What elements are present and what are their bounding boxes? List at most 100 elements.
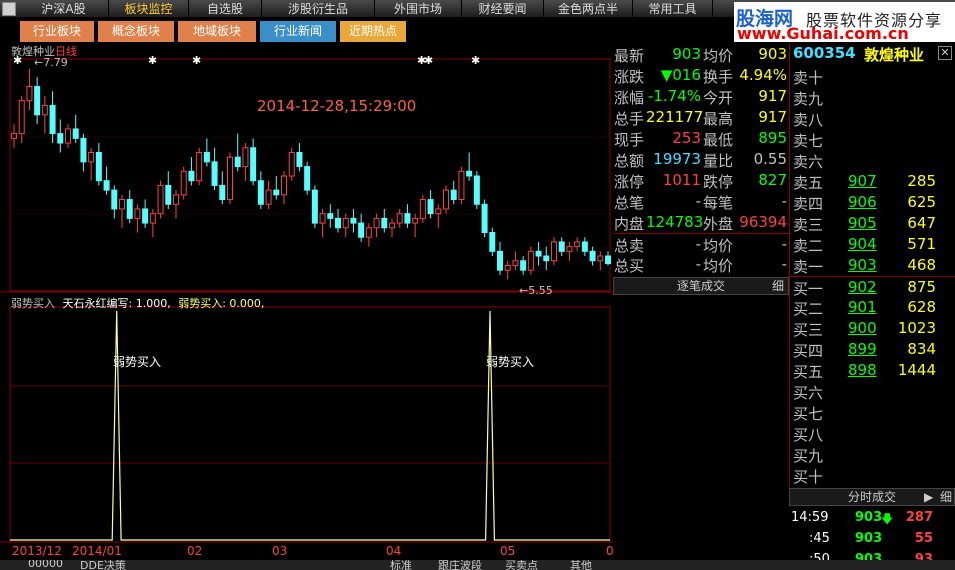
bid-row[interactable]: 买一 902 875 (790, 276, 955, 298)
ask-row[interactable]: 卖三 905 647 (790, 213, 955, 234)
ask-row[interactable]: 卖六 (790, 150, 955, 171)
book-price[interactable]: 907 (848, 172, 877, 190)
book-volume: 468 (907, 256, 936, 274)
quote-row: 总笔 - 每笔 - (613, 191, 789, 212)
quote-value: 903 (758, 45, 787, 63)
quote-label: 涨幅 (614, 89, 645, 107)
quote-label: 涨停 (614, 173, 645, 191)
close-icon[interactable]: ✕ (938, 46, 952, 60)
bid-row[interactable]: 买八 (790, 423, 955, 444)
book-volume: 571 (907, 235, 936, 253)
top-menu-item[interactable]: 财经要闻 (462, 0, 544, 18)
high-price-label: 7.79 (43, 56, 68, 69)
bottom-tab[interactable]: 其他 (570, 560, 592, 570)
tick-header[interactable]: 逐笔成交 细 (613, 277, 789, 295)
trades-header[interactable]: 分时成交 ▶ 细 (789, 488, 955, 506)
book-price[interactable]: 902 (848, 278, 877, 296)
bid-row[interactable]: 买二 901 628 (790, 297, 955, 318)
candle-body (250, 147, 257, 182)
ask-row[interactable]: 卖二 904 571 (790, 234, 955, 255)
candle-body (389, 222, 395, 229)
star-marker: ✱ (192, 54, 201, 67)
book-price[interactable]: 905 (848, 214, 877, 232)
book-price[interactable]: 900 (848, 319, 877, 337)
book-volume: 1023 (897, 319, 936, 337)
bottom-tab[interactable]: DDE决策 (80, 560, 126, 570)
x-axis-label: 02 (187, 544, 203, 558)
bid-row[interactable]: 买四 899 834 (790, 339, 955, 360)
trade-time: :45 (809, 531, 830, 546)
quote-row: 内盘 124783 外盘 96394 (613, 212, 789, 233)
candle-body (188, 170, 195, 182)
ask-row[interactable]: 卖九 (790, 87, 955, 108)
book-price[interactable]: 898 (848, 361, 877, 379)
tick-detail-button[interactable]: 细 (772, 278, 784, 294)
quote-label: 跌停 (703, 173, 734, 191)
quote-label: 量比 (703, 152, 734, 170)
bottom-tab[interactable]: 跟庄波段 (438, 560, 482, 570)
bottom-tab[interactable]: 买卖点 (505, 560, 538, 570)
ask-row[interactable]: 卖十 (790, 66, 955, 87)
quote-value: - (781, 235, 787, 253)
top-menu-item[interactable]: 沪深A股 (19, 0, 109, 18)
chart-area[interactable]: ✱ ✱ ✱ ✱ ✱ ✱ 敦煌种业日线 ←7.79 2014-12-28,15:29:00 … (0, 43, 614, 564)
ask-row[interactable]: 卖五 907 285 (790, 171, 955, 192)
quote-label: 今开 (703, 89, 734, 107)
candle-body (180, 170, 187, 196)
book-price[interactable]: 899 (848, 340, 877, 358)
book-level-label: 买四 (793, 342, 824, 360)
star-marker: ✱ (148, 54, 157, 67)
quote-value: 253 (672, 129, 701, 147)
candle-body (520, 260, 527, 271)
bottom-tab[interactable]: 标准 (390, 560, 412, 570)
bid-row[interactable]: 买九 (790, 444, 955, 465)
bottom-tab[interactable]: 00000 (28, 560, 63, 570)
book-level-label: 买二 (793, 300, 824, 318)
candle-body (281, 175, 287, 196)
book-price[interactable]: 901 (848, 298, 877, 316)
candle-body (427, 199, 434, 215)
candle-body (65, 128, 71, 144)
book-price[interactable]: 906 (848, 193, 877, 211)
ask-row[interactable]: 卖八 (790, 108, 955, 129)
book-price[interactable]: 904 (848, 235, 877, 253)
ask-row[interactable]: 卖七 (790, 129, 955, 150)
ask-row[interactable]: 卖一 903 468 (790, 255, 955, 276)
top-menu-item[interactable]: 常用工具 (633, 0, 713, 18)
bid-row[interactable]: 买七 (790, 402, 955, 423)
arrow-down-icon: 🡇 (881, 512, 894, 526)
menu-icon[interactable] (2, 2, 16, 16)
bid-row[interactable]: 买十 (790, 465, 955, 486)
candle-body (597, 255, 604, 262)
candle-body (72, 128, 79, 139)
ask-row[interactable]: 卖四 906 625 (790, 192, 955, 213)
trade-price: 903 (855, 531, 883, 546)
bid-row[interactable]: 买六 (790, 381, 955, 402)
bid-row[interactable]: 买三 900 1023 (790, 318, 955, 339)
candle-body (41, 104, 48, 116)
bid-row[interactable]: 买五 898 1444 (790, 360, 955, 381)
top-menu-item[interactable]: 板块监控 (109, 0, 189, 18)
book-volume: 647 (907, 214, 936, 232)
top-menu-item[interactable]: 自选股 (189, 0, 262, 18)
candle-body (497, 250, 503, 271)
book-price[interactable]: 903 (848, 256, 877, 274)
top-menu-item[interactable]: 金色两点半 (544, 0, 633, 18)
tab-sector[interactable]: 地域板块 (178, 21, 256, 42)
trades-detail-button[interactable]: 细 (940, 489, 952, 505)
candle-body (203, 151, 210, 163)
tab-sector[interactable]: 行业板块 (20, 21, 94, 42)
top-menu-item[interactable]: 涉股衍生品 (262, 0, 375, 18)
candle-body (551, 241, 557, 262)
tab-sector[interactable]: 行业新闻 (260, 21, 336, 42)
star-marker: ✱ (471, 54, 480, 67)
play-icon[interactable]: ▶ (924, 489, 933, 505)
candle-body (335, 217, 341, 229)
book-volume: 625 (907, 193, 936, 211)
tab-sector[interactable]: 近期热点 (340, 21, 406, 42)
indicator-params: 天石永红编写: 1.000, (62, 297, 171, 310)
book-level-label: 买八 (793, 426, 824, 444)
top-menu-item[interactable]: 外围市场 (375, 0, 462, 18)
candle-body (265, 189, 272, 205)
tab-sector[interactable]: 概念板块 (98, 21, 174, 42)
